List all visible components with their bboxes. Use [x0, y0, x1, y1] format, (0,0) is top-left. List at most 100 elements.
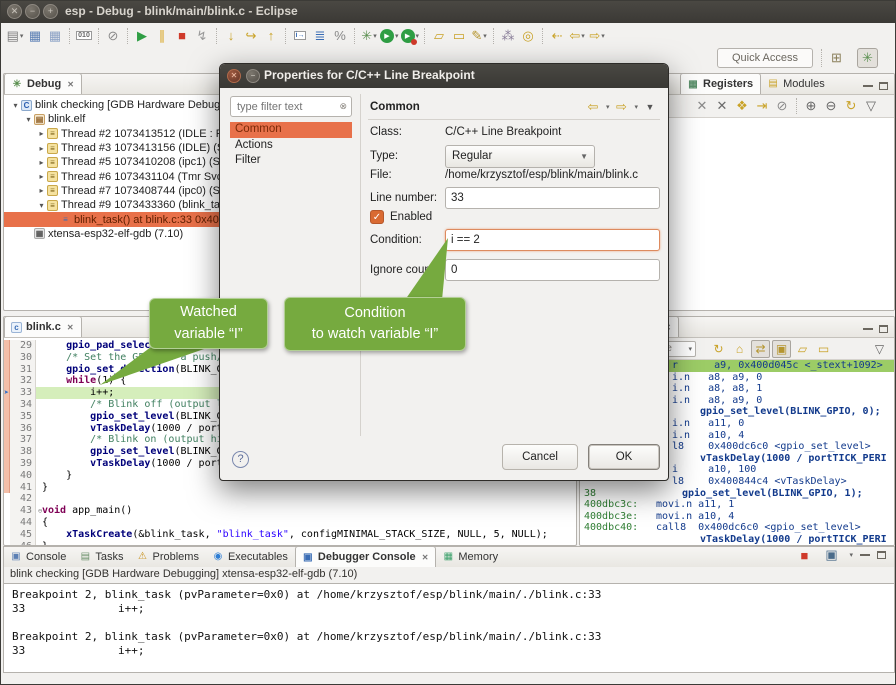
- instruction-stepping-icon[interactable]: i→: [291, 27, 309, 45]
- line-number-gutter[interactable]: 43: [10, 505, 36, 517]
- expander-icon[interactable]: ▸: [36, 186, 47, 195]
- terminate-icon[interactable]: ■: [173, 27, 191, 45]
- tab-modules[interactable]: ▤Modules: [761, 73, 832, 94]
- clear-filter-icon[interactable]: ⊗: [339, 101, 347, 112]
- open-task-icon[interactable]: ▱: [430, 27, 448, 45]
- line-number-gutter[interactable]: 45: [10, 529, 36, 541]
- tab-memory[interactable]: ▦Memory: [436, 546, 505, 567]
- dialog-section-actions[interactable]: Actions: [230, 138, 352, 154]
- line-number-field[interactable]: [445, 187, 660, 209]
- display-console-icon[interactable]: ▣: [822, 546, 840, 564]
- debug-icon[interactable]: ✳▾: [360, 27, 378, 45]
- expander-icon[interactable]: ▸: [36, 129, 47, 138]
- minimize-icon[interactable]: [863, 85, 873, 88]
- goto-address-icon[interactable]: ⇥: [753, 97, 771, 115]
- maximize-icon[interactable]: [879, 82, 888, 90]
- line-number-gutter[interactable]: 40: [10, 470, 36, 482]
- forward-icon[interactable]: ⇨▾: [588, 27, 606, 45]
- line-number-gutter[interactable]: 32: [10, 375, 36, 387]
- line-number-gutter[interactable]: 39: [10, 458, 36, 470]
- dialog-minimize-icon[interactable]: −: [246, 69, 260, 83]
- back-icon[interactable]: ⇦▾: [568, 27, 586, 45]
- window-minimize-icon[interactable]: −: [25, 4, 40, 19]
- window-maximize-icon[interactable]: +: [43, 4, 58, 19]
- pin-icon[interactable]: ⊘: [773, 97, 791, 115]
- ok-button[interactable]: OK: [588, 444, 660, 470]
- last-edit-location-icon[interactable]: ⇠: [548, 27, 566, 45]
- external-tools-icon[interactable]: ▶▾: [401, 27, 420, 45]
- line-number-gutter[interactable]: 34: [10, 399, 36, 411]
- dialog-close-icon[interactable]: ✕: [227, 69, 241, 83]
- resume-icon[interactable]: ▶: [133, 27, 151, 45]
- refresh-icon[interactable]: ↻: [842, 97, 860, 115]
- remove-all-icon[interactable]: ✕: [713, 97, 731, 115]
- filter-input[interactable]: [235, 100, 331, 114]
- show-debug-columns-icon[interactable]: ≣: [311, 27, 329, 45]
- tab-executables[interactable]: ◉Executables: [206, 546, 295, 567]
- close-icon[interactable]: ✕: [67, 80, 74, 89]
- forward-icon[interactable]: ⇨: [612, 98, 630, 116]
- open-resource-icon[interactable]: ▭: [450, 27, 468, 45]
- tab-debug[interactable]: ✳ Debug ✕: [4, 73, 82, 94]
- add-register-group-icon[interactable]: ❖: [733, 97, 751, 115]
- line-number-gutter[interactable]: 31: [10, 364, 36, 376]
- chevron-down-icon[interactable]: ▾: [849, 551, 853, 559]
- step-return-icon[interactable]: ↑: [262, 27, 280, 45]
- line-number-gutter[interactable]: 36: [10, 423, 36, 435]
- team-icon[interactable]: ⁂: [499, 27, 517, 45]
- condition-field[interactable]: [445, 229, 660, 251]
- minimize-icon[interactable]: [863, 328, 873, 331]
- line-number-gutter[interactable]: 41: [10, 482, 36, 494]
- step-into-icon[interactable]: ↓: [222, 27, 240, 45]
- dialog-section-common[interactable]: Common: [230, 122, 352, 138]
- back-icon[interactable]: ⇦: [584, 98, 602, 116]
- open-new-view-icon[interactable]: ▱: [793, 340, 812, 358]
- line-number-gutter[interactable]: 37: [10, 434, 36, 446]
- tab-blink-c[interactable]: c blink.c ✕: [4, 316, 82, 337]
- line-number-gutter[interactable]: 44: [10, 517, 36, 529]
- suspend-icon[interactable]: ∥: [153, 27, 171, 45]
- tab-tasks[interactable]: ▤Tasks: [73, 546, 130, 567]
- dialog-section-filter[interactable]: Filter: [230, 153, 352, 169]
- home-icon[interactable]: ⌂: [730, 340, 749, 358]
- mark-occurrences-icon[interactable]: ◎: [519, 27, 537, 45]
- view-menu-icon[interactable]: ▽: [862, 97, 880, 115]
- tab-console[interactable]: ▣Console: [4, 546, 73, 567]
- disconnect-icon[interactable]: ↯: [193, 27, 211, 45]
- binary-view-icon[interactable]: 010: [75, 27, 93, 45]
- expander-icon[interactable]: ▸: [36, 158, 47, 167]
- line-number-gutter[interactable]: 42: [10, 493, 36, 505]
- remove-icon[interactable]: ✕: [693, 97, 711, 115]
- expand-all-icon[interactable]: ⊕: [802, 97, 820, 115]
- minimize-icon[interactable]: [860, 554, 870, 557]
- skip-breakpoints-icon[interactable]: ⊘: [104, 27, 122, 45]
- tab-debugger-console[interactable]: ▣Debugger Console✕: [295, 546, 437, 567]
- ignore-count-field[interactable]: [445, 259, 660, 281]
- run-icon[interactable]: ▶▾: [380, 27, 399, 45]
- step-over-icon[interactable]: ↪: [242, 27, 260, 45]
- line-number-gutter[interactable]: 30: [10, 352, 36, 364]
- close-icon[interactable]: ✕: [67, 323, 74, 332]
- type-dropdown[interactable]: Regular ▼: [445, 145, 595, 168]
- refresh-icon[interactable]: ↻: [709, 340, 728, 358]
- window-close-icon[interactable]: ✕: [7, 4, 22, 19]
- view-menu-icon[interactable]: ▼: [641, 98, 659, 116]
- line-number-gutter[interactable]: 29: [10, 340, 36, 352]
- show-source-icon[interactable]: ▣: [772, 340, 791, 358]
- save-all-icon[interactable]: ▦: [46, 27, 64, 45]
- debug-perspective-icon[interactable]: ✳: [857, 48, 878, 68]
- terminate-icon[interactable]: ■: [795, 546, 813, 564]
- annotate-icon[interactable]: ✎▾: [470, 27, 488, 45]
- maximize-icon[interactable]: [877, 551, 886, 559]
- view-menu-icon[interactable]: ▽: [870, 340, 889, 358]
- quick-access-button[interactable]: Quick Access: [717, 48, 813, 68]
- tab-registers[interactable]: ▦Registers: [680, 73, 761, 94]
- expander-icon[interactable]: ▸: [36, 172, 47, 181]
- tab-problems[interactable]: ⚠Problems: [130, 546, 205, 567]
- line-number-gutter[interactable]: 35: [10, 411, 36, 423]
- open-perspective-icon[interactable]: ⊞: [827, 48, 846, 68]
- cancel-button[interactable]: Cancel: [502, 444, 578, 470]
- maximize-icon[interactable]: [879, 325, 888, 333]
- pin-view-icon[interactable]: ▭: [814, 340, 833, 358]
- expander-icon[interactable]: ▾: [23, 115, 34, 124]
